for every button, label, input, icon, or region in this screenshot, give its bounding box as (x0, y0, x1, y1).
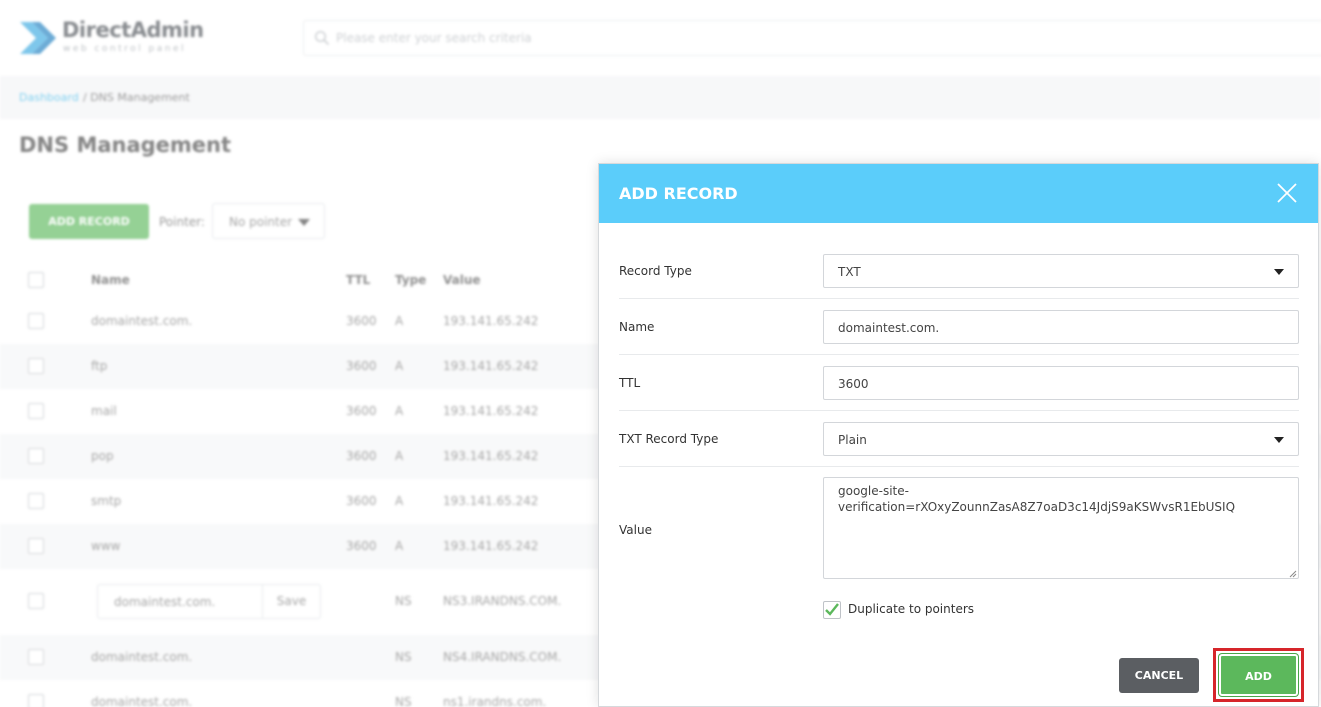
duplicate-to-pointers-label[interactable]: Duplicate to pointers (848, 602, 974, 616)
chevron-down-icon (1274, 269, 1284, 275)
name-input[interactable]: domaintest.com. (823, 310, 1299, 344)
modal-title: ADD RECORD (619, 184, 738, 203)
name-label: Name (619, 320, 655, 334)
record-type-select[interactable]: TXT (823, 254, 1299, 288)
resize-grip-icon[interactable] (1289, 570, 1297, 578)
record-type-label: Record Type (619, 264, 692, 278)
add-record-modal: ADD RECORD Record Type TXT Name domainte… (598, 163, 1319, 707)
value-textarea[interactable]: google-site-verification=rXOxyZounnZasA8… (823, 477, 1299, 579)
txt-record-type-row: TXT Record Type Plain (619, 411, 1299, 467)
record-type-value: TXT (838, 265, 861, 279)
chevron-down-icon (1274, 437, 1284, 443)
txt-record-type-select[interactable]: Plain (823, 422, 1299, 456)
value-row: Value google-site-verification=rXOxyZoun… (619, 467, 1299, 592)
ttl-input[interactable]: 3600 (823, 366, 1299, 400)
txt-record-type-value: Plain (838, 433, 867, 447)
ttl-row: TTL 3600 (619, 355, 1299, 411)
close-icon[interactable] (1276, 182, 1298, 204)
name-row: Name domaintest.com. (619, 299, 1299, 355)
txt-record-type-label: TXT Record Type (619, 432, 719, 446)
record-type-row: Record Type TXT (619, 243, 1299, 299)
add-button[interactable]: ADD (1219, 654, 1298, 696)
cancel-button[interactable]: CANCEL (1119, 658, 1199, 693)
name-value: domaintest.com. (838, 321, 940, 335)
checkmark-icon (825, 603, 839, 616)
value-label: Value (619, 523, 652, 537)
ttl-label: TTL (619, 376, 641, 390)
duplicate-to-pointers-checkbox[interactable] (823, 601, 841, 619)
ttl-value: 3600 (838, 377, 869, 391)
modal-header: ADD RECORD (599, 164, 1318, 223)
